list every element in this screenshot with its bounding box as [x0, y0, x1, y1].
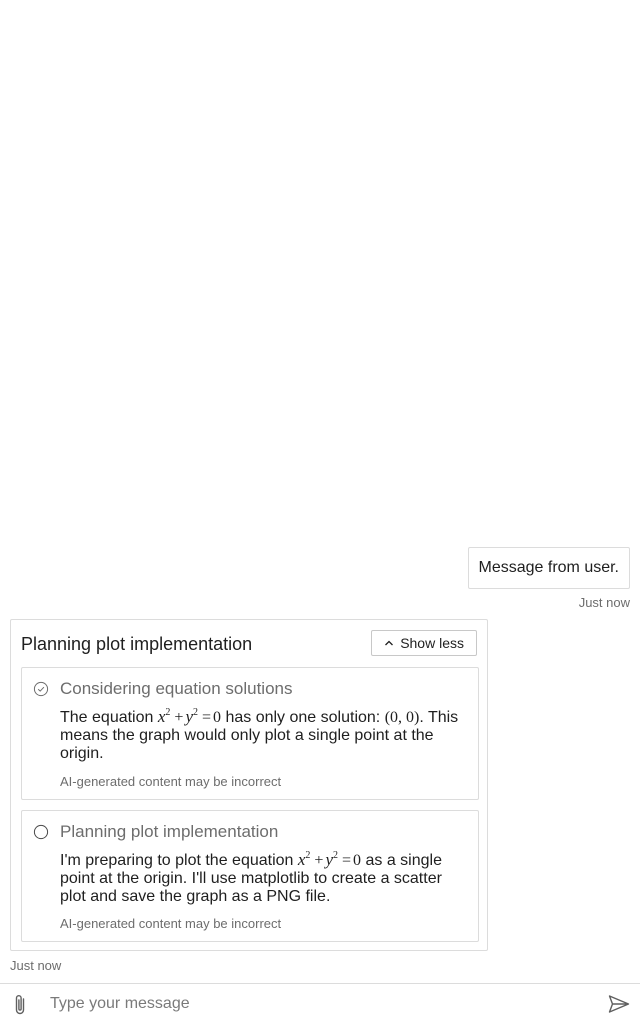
equation: x2 + y2 = 0 — [297, 850, 362, 870]
card-title: Planning plot implementation — [21, 634, 253, 654]
message-input[interactable] — [48, 990, 592, 1018]
message-composer — [0, 983, 640, 1024]
send-icon[interactable] — [608, 994, 630, 1014]
solution: (0, 0) — [384, 709, 420, 726]
equation: x2 + y2 = 0 — [157, 707, 222, 727]
ai-disclaimer: AI-generated content may be incorrect — [60, 916, 282, 931]
ai-disclaimer: AI-generated content may be incorrect — [60, 774, 282, 789]
plan-step-1: Considering equation solutions The equat… — [21, 667, 479, 800]
user-message-text: Message from user. — [478, 559, 620, 576]
circle-icon — [33, 824, 49, 840]
step-title: Considering equation solutions — [60, 679, 293, 698]
step-body-prefix: The equation — [60, 709, 158, 726]
show-less-button[interactable]: Show less — [371, 630, 477, 656]
plan-step-2: Planning plot implementation I'm prepari… — [21, 810, 479, 942]
chevron-up-icon — [385, 640, 394, 646]
chat-page: Message from user. Just now Planning plo… — [0, 0, 640, 1024]
show-less-label: Show less — [400, 635, 464, 651]
step-body: I'm preparing to plot the equation x2 + y2… — [60, 851, 468, 906]
user-message-bubble: Message from user. — [467, 547, 630, 589]
assistant-timestamp: Just now — [10, 958, 62, 973]
user-message-timestamp: Just now — [578, 595, 630, 610]
assistant-plan-card: Planning plot implementation Show less C… — [10, 619, 488, 951]
check-circle-icon — [33, 681, 49, 697]
step-body-mid: has only one solution: — [221, 709, 385, 726]
step-body: The equation x2 + y2 = 0 has only one soluti… — [60, 708, 468, 763]
paperclip-icon[interactable] — [10, 993, 30, 1017]
card-header: Planning plot implementation Show less — [21, 630, 477, 658]
step-title: Planning plot implementation — [60, 822, 279, 841]
step-body-prefix: I'm preparing to plot the equation — [60, 852, 298, 869]
